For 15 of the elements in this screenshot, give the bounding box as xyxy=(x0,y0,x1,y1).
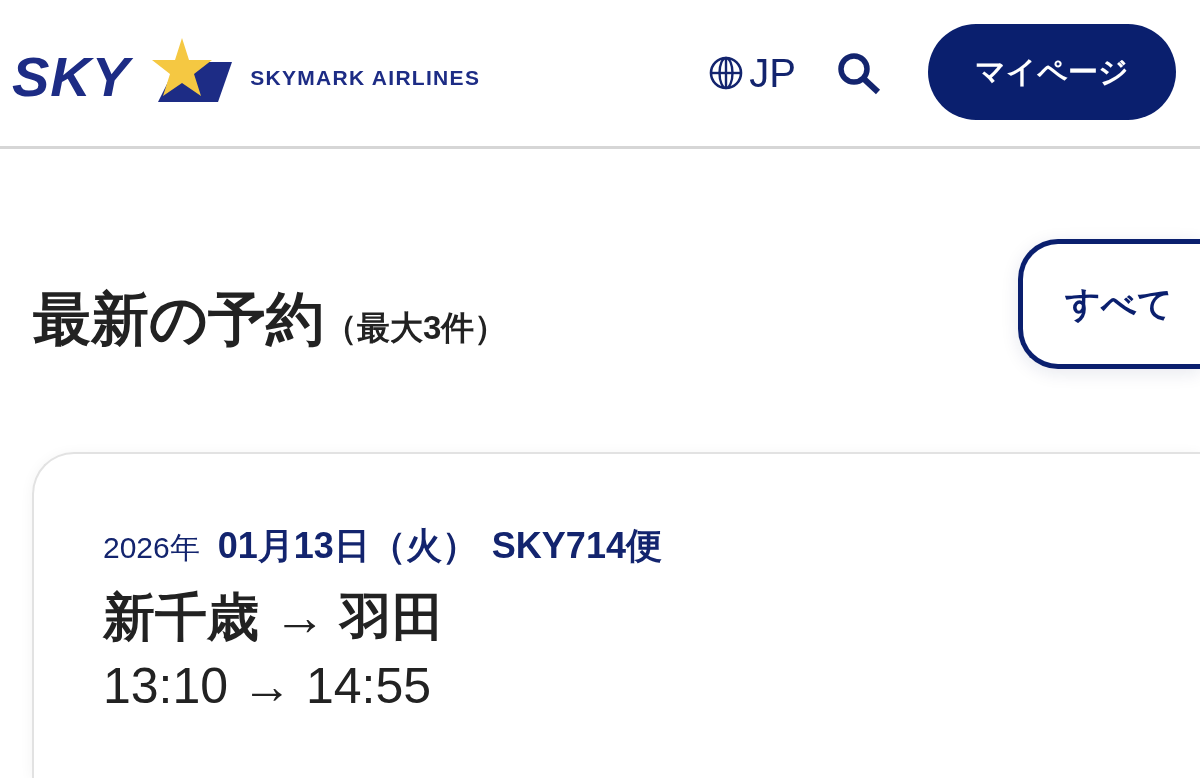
flight-times: 13:10 → 14:55 xyxy=(103,657,433,716)
limit-note: （最大3件） xyxy=(324,309,508,346)
logo-wordmark: SKYMARK AIRLINES xyxy=(250,66,481,90)
globe-icon xyxy=(709,56,744,90)
logo-mark[interactable]: SKY xyxy=(12,49,131,105)
reservation-year: 2026年 xyxy=(103,531,200,564)
view-all-button[interactable]: すべて xyxy=(1018,239,1200,369)
reservation-card[interactable]: 2026年 01月13日（火） SKY714便 新千歳 → 羽田 13:10 → 14:55 xyxy=(32,452,1200,778)
language-selector[interactable]: JP xyxy=(709,53,796,93)
search-icon[interactable] xyxy=(836,51,882,95)
section-title: 最新の予約 xyxy=(33,286,324,351)
reservation-date: 01月13日（火） xyxy=(217,526,478,566)
route: 新千歳 → 羽田 xyxy=(103,586,445,648)
mypage-button[interactable]: マイページ xyxy=(928,24,1176,120)
flight-number: SKY714便 xyxy=(491,526,662,566)
